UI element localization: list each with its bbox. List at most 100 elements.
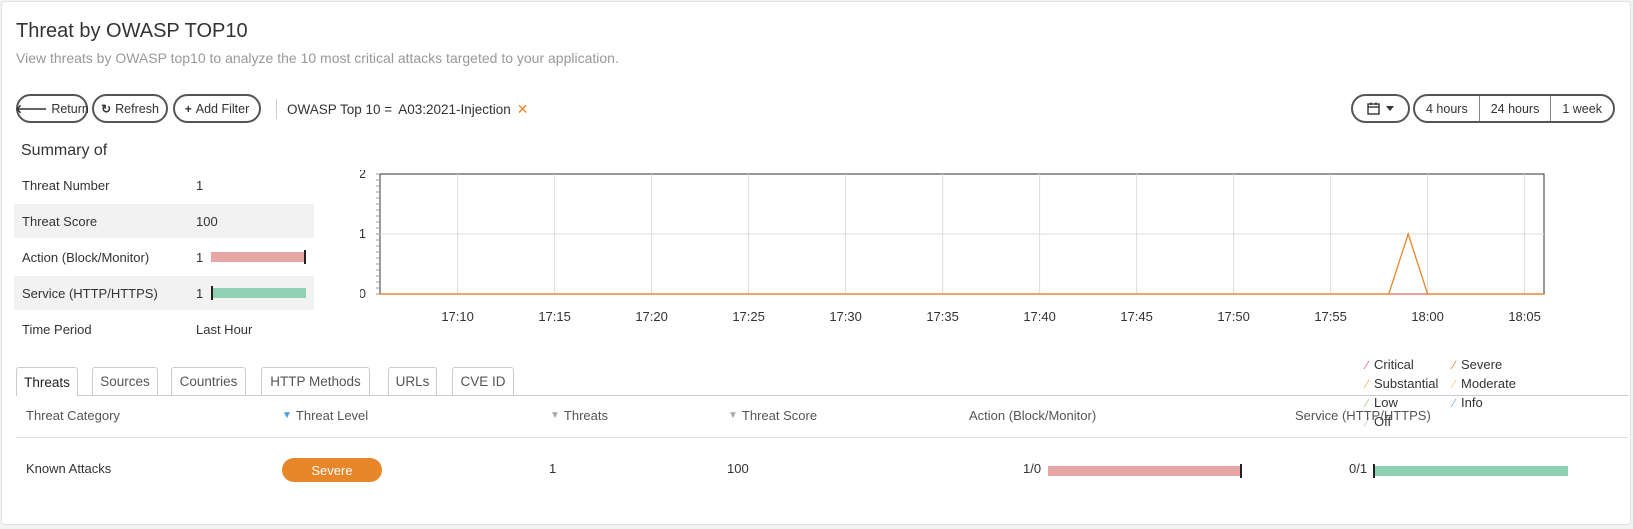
tab-urls[interactable]: URLs xyxy=(388,367,437,395)
summary-value: Last Hour xyxy=(196,321,253,337)
column-header-category[interactable]: Threat Category xyxy=(26,408,120,423)
page-title: Threat by OWASP TOP10 xyxy=(16,20,248,42)
threat-timeline-chart: 0 1 2 17:10 17:15 17:20 17:25 17:30 17:35 17:40 17… xyxy=(359,166,1620,429)
legend-swatch: ∕ xyxy=(1453,395,1456,410)
legend-item[interactable]: ∕ Moderate xyxy=(1453,376,1516,391)
cell-category[interactable]: Known Attacks xyxy=(26,461,111,476)
legend-item[interactable]: ∕ Critical xyxy=(1366,357,1414,372)
x-tick-label: 17:50 xyxy=(1217,309,1250,324)
legend-swatch: ∕ xyxy=(1453,357,1456,372)
range-4-hours[interactable]: 4 hours xyxy=(1415,96,1480,121)
x-tick-label: 17:30 xyxy=(829,309,862,324)
x-tick-label: 18:05 xyxy=(1508,309,1541,324)
column-header-service: Service (HTTP/HTTPS) xyxy=(1295,408,1431,423)
summary-value: 1 xyxy=(196,177,204,193)
ratio-marker xyxy=(304,250,307,264)
tab-countries[interactable]: Countries xyxy=(171,367,246,395)
summary-title: Summary of xyxy=(21,142,108,159)
tab-cve-id[interactable]: CVE ID xyxy=(452,367,514,395)
range-1-week[interactable]: 1 week xyxy=(1551,96,1613,121)
y-tick-label: 1 xyxy=(360,226,366,241)
summary-value: 1 xyxy=(196,249,204,265)
toolbar-divider xyxy=(276,99,277,119)
column-label: Service (HTTP/HTTPS) xyxy=(1295,408,1431,423)
cell-threats: 1 xyxy=(549,461,557,476)
add-filter-button[interactable]: + Add Filter xyxy=(173,94,261,123)
table-header-divider xyxy=(16,437,1628,438)
summary-row: Time Period Last Hour xyxy=(14,312,314,346)
x-tick-label: 17:55 xyxy=(1314,309,1347,324)
legend-item[interactable]: ∕ Severe xyxy=(1453,357,1502,372)
refresh-button[interactable]: ↻ Refresh xyxy=(92,94,168,123)
summary-value: 1 xyxy=(196,285,204,301)
tab-threats[interactable]: Threats xyxy=(16,367,78,396)
arrow-left-icon: 🡐 xyxy=(15,102,48,116)
filter-key: OWASP Top 10 = xyxy=(287,102,393,117)
column-label: Threat Score xyxy=(741,408,818,423)
summary-label: Threat Number xyxy=(22,177,110,193)
caret-down-icon xyxy=(1386,106,1394,111)
tab-sources[interactable]: Sources xyxy=(92,367,158,395)
summary-row: Threat Number 1 xyxy=(14,168,314,202)
legend-label: Critical xyxy=(1374,357,1414,372)
x-tick-label: 17:20 xyxy=(635,309,668,324)
column-header-action: Action (Block/Monitor) xyxy=(969,408,1096,423)
column-header-level[interactable]: ▼ Threat Level xyxy=(282,408,368,423)
range-24-hours[interactable]: 24 hours xyxy=(1480,96,1552,121)
column-label: Threat Level xyxy=(295,408,369,423)
return-button[interactable]: 🡐 Return xyxy=(15,94,89,123)
x-tick-label: 17:45 xyxy=(1120,309,1153,324)
plus-icon: + xyxy=(184,101,192,116)
legend-label: Info xyxy=(1461,395,1483,410)
calendar-icon xyxy=(1367,102,1380,115)
refresh-label: Refresh xyxy=(115,101,159,116)
summary-label: Threat Score xyxy=(22,213,98,229)
summary-row: Threat Score 100 xyxy=(14,204,314,238)
sort-desc-icon: ▼ xyxy=(282,410,292,421)
summary-value: 100 xyxy=(196,213,218,229)
ratio-marker xyxy=(1373,464,1375,478)
sort-icon: ▼ xyxy=(728,410,738,421)
service-ratio-bar xyxy=(211,286,307,300)
legend-label: Severe xyxy=(1461,357,1503,372)
x-tick-label: 17:10 xyxy=(441,309,474,324)
legend-item[interactable]: ∕ Substantial xyxy=(1366,376,1438,391)
ratio-marker xyxy=(211,286,214,300)
legend-label: Moderate xyxy=(1461,376,1516,391)
legend-swatch: ∕ xyxy=(1366,357,1369,372)
column-header-score[interactable]: ▼ Threat Score xyxy=(728,408,817,423)
legend-label: Substantial xyxy=(1374,376,1439,391)
x-tick-label: 18:00 xyxy=(1411,309,1444,324)
tabs-divider xyxy=(16,395,1628,396)
line-chart: 0 1 2 17:10 17:15 17:20 17:25 17:30 17:35 17:40 17… xyxy=(359,166,1545,324)
summary-label: Service (HTTP/HTTPS) xyxy=(22,285,158,301)
tab-http-methods[interactable]: HTTP Methods xyxy=(261,367,370,395)
active-filter: OWASP Top 10 = A03:2021-Injection ✕ xyxy=(287,101,529,118)
return-label: Return xyxy=(51,101,89,116)
summary-label: Time Period xyxy=(22,321,92,337)
y-tick-label: 0 xyxy=(360,286,366,301)
ratio-marker xyxy=(1240,464,1242,478)
service-ratio-bar xyxy=(1373,464,1568,478)
refresh-icon: ↻ xyxy=(101,101,112,116)
cell-service: 0/1 xyxy=(1349,461,1368,476)
y-tick-label: 2 xyxy=(360,170,366,181)
filter-value: A03:2021-Injection xyxy=(398,102,511,117)
x-tick-label: 17:25 xyxy=(732,309,765,324)
x-tick-label: 17:35 xyxy=(926,309,959,324)
threat-level-badge: Severe xyxy=(282,458,382,482)
legend-item[interactable]: ∕ Info xyxy=(1453,395,1483,410)
column-header-threats[interactable]: ▼ Threats xyxy=(550,408,608,423)
page-subtitle: View threats by OWASP top10 to analyze t… xyxy=(16,50,619,66)
remove-filter-icon[interactable]: ✕ xyxy=(517,101,529,118)
sort-icon: ▼ xyxy=(550,410,560,421)
column-label: Threats xyxy=(563,408,608,423)
add-filter-label: Add Filter xyxy=(195,101,250,116)
x-tick-label: 17:15 xyxy=(538,309,571,324)
summary-row: Service (HTTP/HTTPS) 1 xyxy=(14,276,314,310)
summary-label: Action (Block/Monitor) xyxy=(22,249,150,265)
action-ratio-bar xyxy=(1048,464,1242,478)
date-picker-button[interactable] xyxy=(1351,94,1410,123)
legend-swatch: ∕ xyxy=(1453,376,1456,391)
time-range-group: 4 hours 24 hours 1 week xyxy=(1413,94,1615,123)
